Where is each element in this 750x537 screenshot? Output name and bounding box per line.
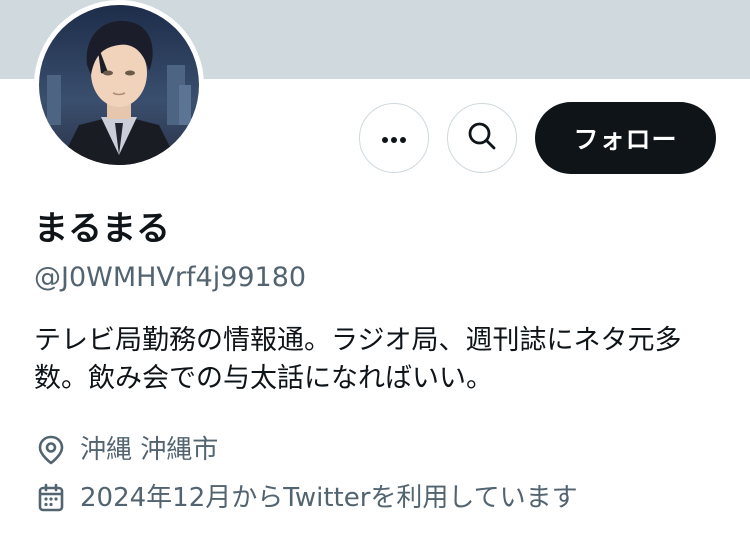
more-button[interactable] <box>359 103 429 173</box>
avatar-image <box>39 5 199 165</box>
joined-text: 2024年12月からTwitterを利用しています <box>80 483 578 513</box>
more-icon <box>381 129 407 148</box>
user-handle: @J0WMHVrf4j99180 <box>34 262 307 293</box>
joined-row: 2024年12月からTwitterを利用しています <box>34 481 578 515</box>
location-row: 沖縄 沖縄市 <box>34 433 218 467</box>
location-pin-icon <box>34 433 68 467</box>
display-name: まるまる <box>34 209 170 249</box>
avatar[interactable] <box>34 0 204 170</box>
calendar-icon <box>34 481 68 515</box>
location-text: 沖縄 沖縄市 <box>80 435 219 465</box>
search-icon <box>466 120 498 156</box>
follow-button[interactable]: フォロー <box>535 102 716 174</box>
search-button[interactable] <box>447 103 517 173</box>
profile-bio: テレビ局勤務の情報通。ラジオ局、週刊誌にネタ元多数。飲み会での与太話になればいい… <box>34 325 682 394</box>
